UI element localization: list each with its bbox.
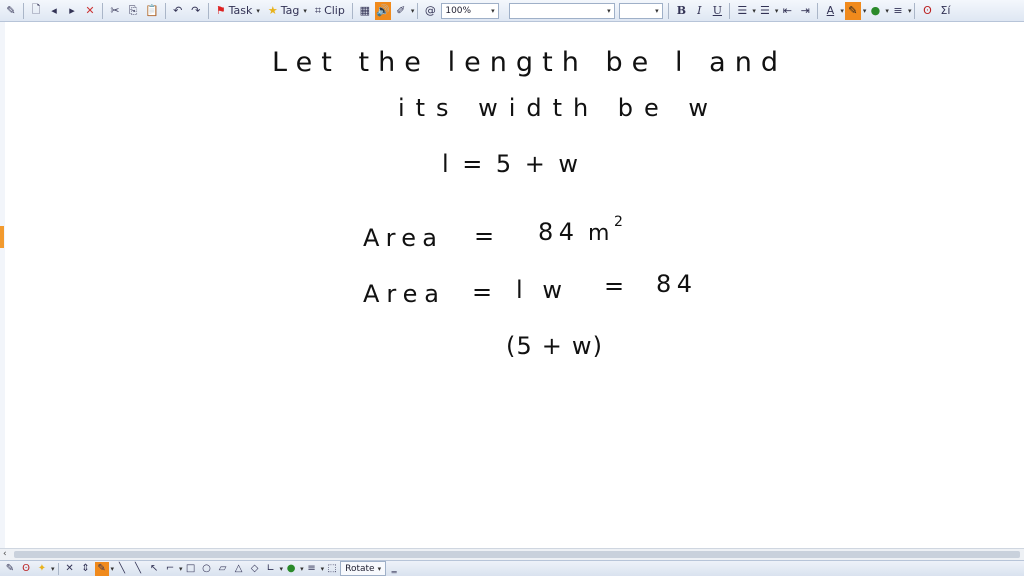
hw-line2-text: its width be w bbox=[398, 94, 708, 122]
hw-area-word: Area bbox=[363, 224, 437, 252]
ellipse-icon[interactable]: ○ bbox=[200, 562, 214, 576]
chevron-down-icon[interactable]: ▾ bbox=[51, 565, 55, 573]
insert-space-icon[interactable]: ⇕ bbox=[79, 562, 93, 576]
handwritten-line-3: l = 5 + w bbox=[442, 150, 578, 178]
hw-area-value: 84 bbox=[538, 218, 574, 246]
rectangle-icon[interactable]: □ bbox=[184, 562, 198, 576]
eraser-x-icon[interactable]: ✕ bbox=[63, 562, 77, 576]
scroll-left-icon[interactable]: ‹ bbox=[3, 549, 7, 560]
handwritten-line-4: Area = 84 m 2 bbox=[363, 214, 623, 252]
chevron-down-icon[interactable]: ▾ bbox=[321, 565, 325, 573]
axis-icon[interactable]: ∟ bbox=[264, 562, 278, 576]
triangle-icon[interactable]: △ bbox=[232, 562, 246, 576]
hw-area-word: Area bbox=[363, 280, 439, 308]
lasso-icon[interactable]: ʘ bbox=[19, 562, 33, 576]
select-icon[interactable]: ⬚ bbox=[325, 562, 339, 576]
hw-product: lw bbox=[516, 276, 562, 304]
line-tool-icon[interactable]: ╲ bbox=[115, 562, 129, 576]
horizontal-scrollbar[interactable]: ‹ bbox=[0, 548, 1024, 560]
handwritten-line-6: (5 + w) bbox=[506, 332, 602, 360]
pen-highlight-icon[interactable]: ✎ bbox=[94, 561, 109, 576]
hw-line1-text: Let the length be l and bbox=[272, 47, 778, 78]
chevron-down-icon[interactable]: ▾ bbox=[300, 565, 304, 573]
parallelogram-icon[interactable]: ▱ bbox=[216, 562, 230, 576]
scrollbar-thumb[interactable] bbox=[14, 551, 1020, 558]
hw-line6-text: (5 + w) bbox=[506, 332, 602, 360]
handwriting-layer: Let the length be l and its width be w l… bbox=[272, 47, 778, 360]
hw-line3-text: l = 5 + w bbox=[442, 150, 578, 178]
chevron-down-icon[interactable]: ▾ bbox=[179, 565, 183, 573]
color-picker-icon[interactable]: ● bbox=[284, 562, 298, 576]
handwritten-line-1: Let the length be l and bbox=[272, 47, 778, 78]
more-icon[interactable]: ‗ bbox=[387, 562, 401, 576]
connector-icon[interactable]: ⌐ bbox=[163, 562, 177, 576]
chevron-down-icon[interactable]: ▾ bbox=[111, 565, 115, 573]
stamp-icon[interactable]: ✦ bbox=[35, 562, 49, 576]
rotate-button[interactable]: Rotate ▾ bbox=[340, 561, 387, 576]
chevron-down-icon[interactable]: ▾ bbox=[280, 565, 284, 573]
toolbar-separator bbox=[57, 562, 59, 575]
hw-unit: m bbox=[588, 221, 609, 246]
pen-tool-icon[interactable]: ✎ bbox=[3, 562, 17, 576]
arrow-line-icon[interactable]: ↖ bbox=[147, 562, 161, 576]
line-tool-2-icon[interactable]: ╲ bbox=[131, 562, 145, 576]
bottom-toolbar: ✎ ʘ ✦ ▾ ✕ ⇕ ✎ ▾ ╲ ╲ ↖ ⌐ ▾ □ ○ ▱ △ ◇ ∟ ▾ … bbox=[0, 560, 1024, 576]
hw-equals: = bbox=[472, 278, 492, 306]
line-width-icon[interactable]: ≡ bbox=[305, 562, 319, 576]
hw-value: 84 bbox=[656, 270, 692, 298]
diamond-icon[interactable]: ◇ bbox=[248, 562, 262, 576]
handwritten-line-2: its width be w bbox=[398, 94, 708, 122]
hw-exponent: 2 bbox=[614, 214, 623, 230]
chevron-down-icon: ▾ bbox=[377, 564, 382, 573]
handwritten-line-5: Area = lw = 84 bbox=[363, 270, 692, 308]
hw-equals: = bbox=[474, 222, 494, 250]
hw-equals: = bbox=[604, 272, 624, 300]
